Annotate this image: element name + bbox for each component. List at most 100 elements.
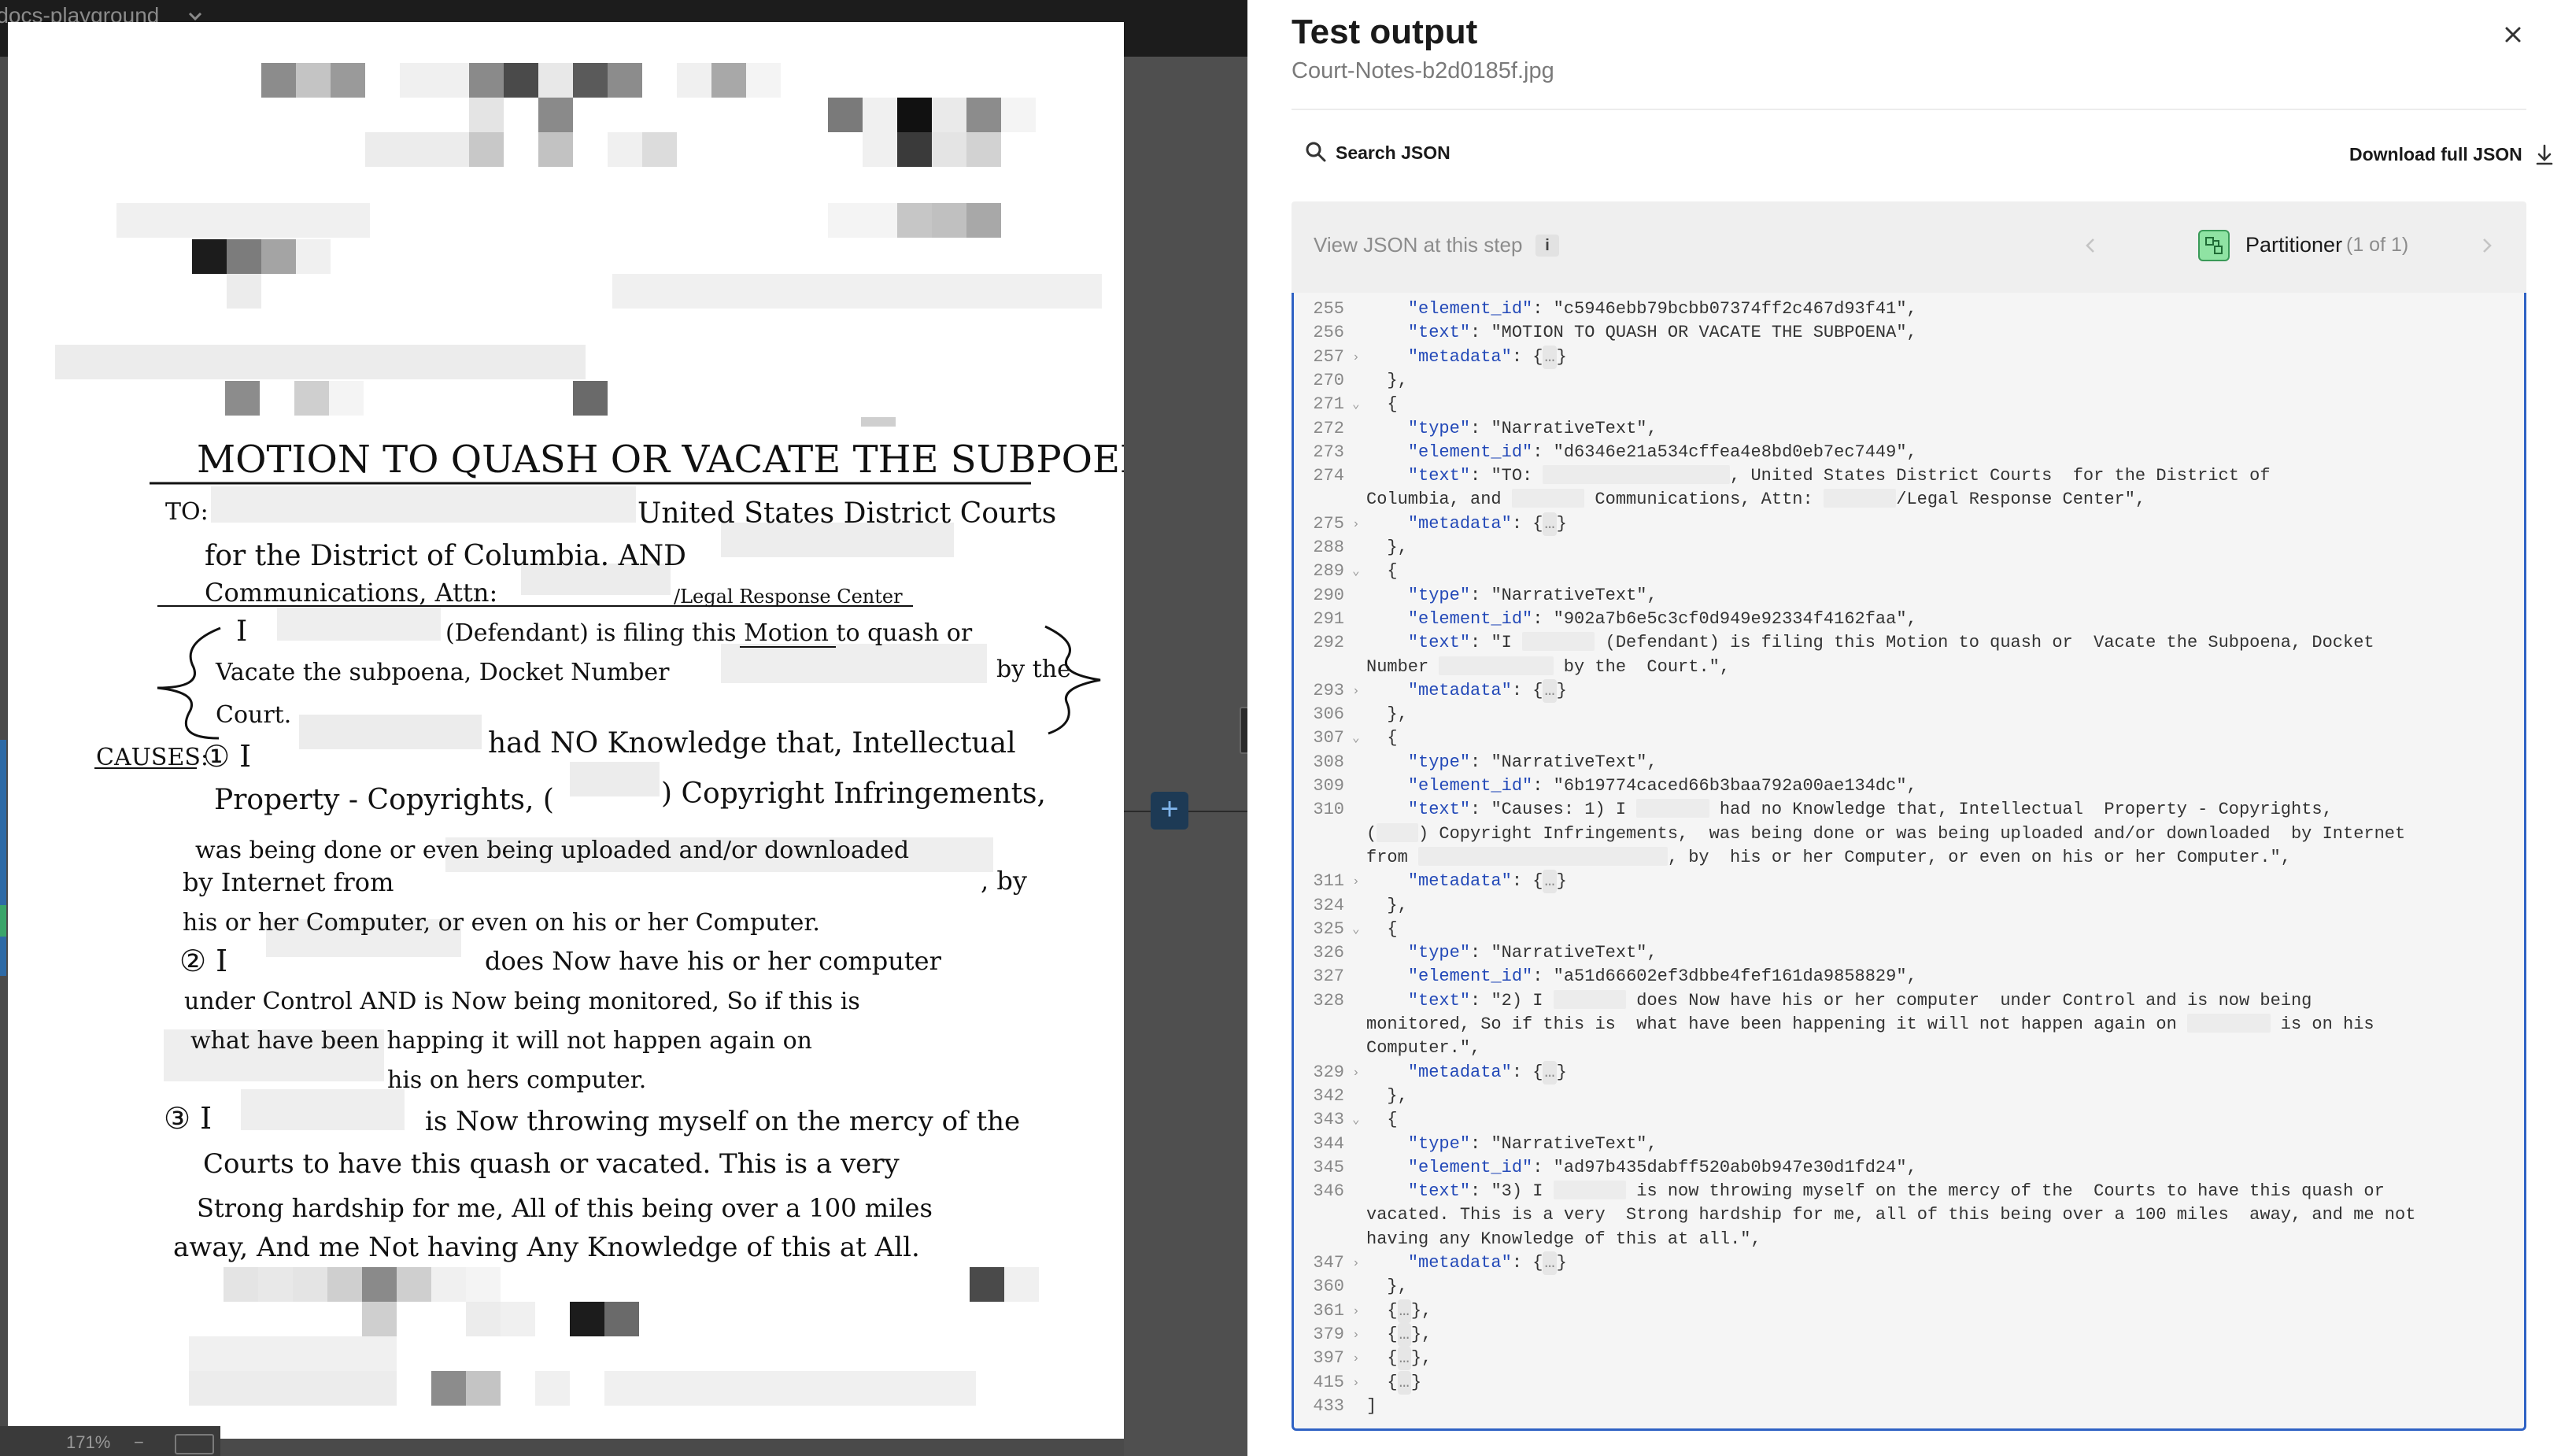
collapsed-content[interactable]: …: [1543, 1060, 1557, 1085]
code-text: "type": "NarrativeText",: [1407, 418, 1657, 438]
json-code-line: 306 },: [1294, 703, 2524, 726]
expand-chevron-icon[interactable]: ›: [1352, 512, 1368, 536]
left-brace: [157, 626, 221, 740]
redacted-text: [1439, 656, 1554, 675]
line-number: 311: [1313, 871, 1344, 892]
json-code-line: vacated. This is a very Strong hardship …: [1294, 1203, 2524, 1227]
doc-line: Communications, Attn:: [205, 578, 497, 608]
json-code-line: 329 › "metadata": {…}: [1294, 1060, 2524, 1085]
doc-line: Property - Copyrights, (: [214, 784, 554, 816]
download-full-json-button[interactable]: Download full JSON: [2349, 140, 2555, 168]
code-text: "metadata": {…}: [1366, 870, 1567, 894]
line-number: 293: [1313, 680, 1344, 700]
fit-to-screen-button[interactable]: [175, 1434, 214, 1454]
expand-chevron-icon[interactable]: ›: [1352, 1347, 1368, 1370]
json-code-line: 288 },: [1294, 536, 2524, 560]
collapse-chevron-icon[interactable]: ⌄: [1352, 393, 1368, 416]
collapse-chevron-icon[interactable]: ⌄: [1352, 918, 1368, 941]
collapsed-content[interactable]: …: [1397, 1347, 1411, 1371]
code-text: vacated. This is a very Strong hardship …: [1366, 1205, 2416, 1225]
redacted-text: [1511, 489, 1585, 508]
line-number: 310: [1313, 800, 1344, 820]
collapsed-content[interactable]: …: [1543, 345, 1557, 369]
line-number: 379: [1313, 1324, 1344, 1344]
file-name: Court-Notes-b2d0185f.jpg: [1292, 58, 1554, 83]
line-number: 328: [1313, 990, 1344, 1011]
zoom-out-button[interactable]: −: [134, 1432, 144, 1453]
line-number: 274: [1313, 466, 1344, 486]
json-code-viewer[interactable]: 255 "element_id": "c5946ebb79bcbb07374ff…: [1292, 293, 2526, 1431]
json-code-line: 379 › {…},: [1294, 1322, 2524, 1347]
doc-line: by the: [996, 656, 1071, 683]
info-icon[interactable]: i: [1535, 235, 1559, 257]
search-json-input[interactable]: [1336, 139, 1729, 167]
collapsed-content[interactable]: …: [1543, 870, 1557, 894]
line-number: 345: [1313, 1157, 1344, 1177]
collapse-chevron-icon[interactable]: ⌄: [1352, 560, 1368, 583]
doc-line: ① I: [203, 739, 251, 774]
collapse-chevron-icon[interactable]: ⌄: [1352, 1108, 1368, 1132]
add-step-button[interactable]: +: [1151, 792, 1188, 830]
expand-chevron-icon[interactable]: ›: [1352, 1323, 1368, 1347]
code-text: "element_id": "d6346e21a534cffea4e8bd0eb…: [1407, 442, 1917, 462]
line-number: 347: [1313, 1253, 1344, 1273]
line-number: 344: [1313, 1133, 1344, 1154]
json-code-line: 433]: [1294, 1395, 2524, 1418]
code-text: {…},: [1366, 1299, 1432, 1323]
code-text: "element_id": "a51d66602ef3dbbe4fef161da…: [1407, 966, 1917, 987]
code-text: "element_id": "ad97b435dabff520ab0b947e3…: [1407, 1157, 1917, 1177]
panel-resize-handle[interactable]: [1240, 707, 1247, 754]
zoom-level[interactable]: 171%: [66, 1432, 110, 1453]
doc-line: had NO Knowledge that, Intellectual: [488, 727, 1016, 759]
doc-line: by Internet from: [183, 867, 394, 897]
line-number: 273: [1313, 442, 1344, 462]
collapsed-content[interactable]: …: [1543, 678, 1557, 703]
expand-chevron-icon[interactable]: ›: [1352, 1061, 1368, 1085]
doc-line: , by: [981, 866, 1027, 896]
expand-chevron-icon[interactable]: ›: [1352, 1251, 1368, 1275]
json-code-line: 273 "element_id": "d6346e21a534cffea4e8b…: [1294, 441, 2524, 464]
collapsed-content[interactable]: …: [1397, 1370, 1411, 1395]
step-name[interactable]: Partitioner: [2245, 233, 2342, 257]
chevron-left-icon[interactable]: [2079, 231, 2102, 260]
json-code-line: 256 "text": "MOTION TO QUASH OR VACATE T…: [1294, 321, 2524, 345]
chevron-right-icon[interactable]: [2475, 231, 2499, 260]
document-viewer: -docs-playground + MOTION TO QUASH OR VA…: [0, 0, 1247, 1456]
json-code-line: monitored, So if this is what have been …: [1294, 1013, 2524, 1037]
doc-line: /Legal Response Center: [674, 586, 903, 608]
json-code-line: 326 "type": "NarrativeText",: [1294, 941, 2524, 965]
line-number: 308: [1313, 752, 1344, 772]
expand-chevron-icon[interactable]: ›: [1352, 346, 1368, 369]
code-text: "text": "Causes: 1) I had no Knowledge t…: [1407, 799, 2333, 820]
line-number: 327: [1313, 966, 1344, 987]
expand-chevron-icon[interactable]: ›: [1352, 870, 1368, 893]
doc-line: does Now have his or her computer: [485, 946, 942, 976]
collapsed-content[interactable]: …: [1397, 1299, 1411, 1323]
json-code-line: 311 › "metadata": {…}: [1294, 870, 2524, 894]
doc-line: under Control AND is Now being monitored…: [184, 988, 860, 1015]
doc-line: away, And me Not having Any Knowledge of…: [173, 1232, 920, 1263]
collapsed-content[interactable]: …: [1543, 512, 1557, 536]
line-number: 346: [1313, 1181, 1344, 1202]
expand-chevron-icon[interactable]: ›: [1352, 679, 1368, 703]
collapsed-content[interactable]: …: [1397, 1322, 1411, 1347]
code-text: "text": "MOTION TO QUASH OR VACATE THE S…: [1407, 323, 1917, 343]
code-text: having any Knowledge of this at all.",: [1366, 1229, 1761, 1249]
expand-chevron-icon[interactable]: ›: [1352, 1371, 1368, 1395]
json-code-line: 255 "element_id": "c5946ebb79bcbb07374ff…: [1294, 297, 2524, 321]
redacted-text: [2186, 1014, 2271, 1033]
code-text: "text": "I (Defendant) is filing this Mo…: [1407, 632, 2374, 653]
collapsed-content[interactable]: …: [1543, 1251, 1557, 1275]
code-text: from , by his or her Computer, or even o…: [1366, 846, 2291, 867]
json-code-line: 325 ⌄ {: [1294, 918, 2524, 941]
code-text: },: [1366, 1277, 1408, 1297]
collapse-chevron-icon[interactable]: ⌄: [1352, 726, 1368, 750]
download-label: Download full JSON: [2349, 143, 2522, 164]
line-number: 292: [1313, 633, 1344, 653]
line-number: 360: [1313, 1277, 1344, 1297]
close-icon[interactable]: [2499, 20, 2527, 49]
line-number: 361: [1313, 1300, 1344, 1321]
json-code-line: 345 "element_id": "ad97b435dabff520ab0b9…: [1294, 1156, 2524, 1180]
line-number: 309: [1313, 776, 1344, 796]
expand-chevron-icon[interactable]: ›: [1352, 1299, 1368, 1323]
